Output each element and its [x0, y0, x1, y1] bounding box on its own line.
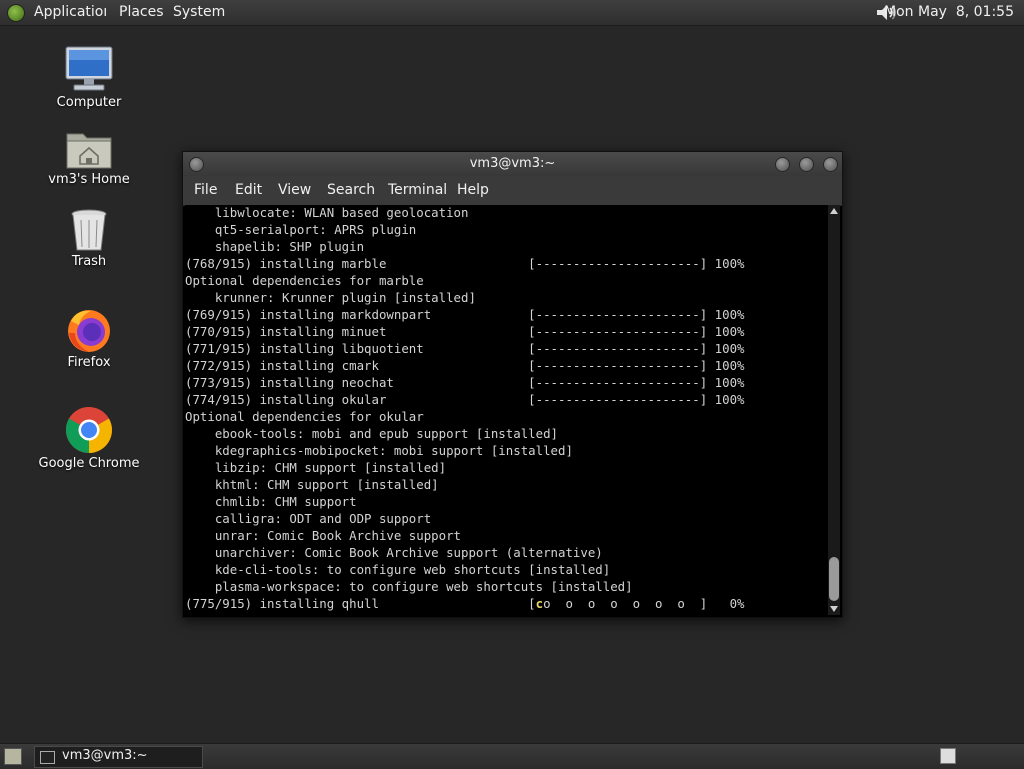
terminal-line: ebook-tools: mobi and epub support [inst… [185, 426, 558, 441]
desktop-icon-computer[interactable]: Computer [29, 45, 149, 110]
terminal-line: krunner: Krunner plugin [installed] [185, 290, 476, 305]
terminal-line: calligra: ODT and ODP support [185, 511, 432, 526]
desktop-icon-label: Google Chrome [38, 456, 140, 471]
workspace-switcher[interactable] [940, 748, 956, 764]
terminal-line: chmlib: CHM support [185, 494, 357, 509]
terminal-line: Optional dependencies for marble [185, 273, 424, 288]
desktop-icon-home[interactable]: vm3's Home [29, 128, 149, 187]
menu-edit[interactable]: Edit [235, 182, 262, 198]
menu-terminal[interactable]: Terminal [388, 182, 447, 198]
menu-search[interactable]: Search [327, 182, 375, 198]
window-menu-button[interactable] [189, 157, 204, 172]
terminal-line: (772/915) installing cmark [------------… [185, 358, 745, 373]
clock[interactable]: Mon May 8, 01:55 [884, 4, 1014, 20]
progress-prefix: (775/915) installing qhull [ [185, 596, 536, 611]
taskbar-window-button[interactable]: vm3@vm3:~ [34, 746, 203, 768]
terminal-line: kde-cli-tools: to configure web shortcut… [185, 562, 611, 577]
desktop-icon-label: Trash [71, 254, 107, 269]
terminal-line: plasma-workspace: to configure web short… [185, 579, 633, 594]
desktop-icon-firefox[interactable]: Firefox [29, 307, 149, 370]
terminal-line: kdegraphics-mobipocket: mobi support [in… [185, 443, 573, 458]
terminal-line: shapelib: SHP plugin [185, 239, 365, 254]
chrome-icon [65, 407, 112, 453]
desktop-icon-label: Computer [56, 95, 122, 110]
applications-logo-icon[interactable] [7, 4, 25, 22]
menu-file[interactable]: File [194, 182, 217, 198]
minimize-button[interactable] [775, 157, 790, 172]
maximize-button[interactable] [799, 157, 814, 172]
firefox-icon [68, 310, 110, 352]
menu-view[interactable]: View [278, 182, 311, 198]
scroll-up-arrow-icon[interactable] [830, 208, 838, 214]
terminal-line: unrar: Comic Book Archive support [185, 528, 462, 543]
desktop-icon-label: vm3's Home [48, 172, 130, 187]
terminal-menubar: File Edit View Search Terminal Help [183, 176, 842, 206]
terminal-line: (771/915) installing libquotient [------… [185, 341, 745, 356]
terminal-line: (769/915) installing markdownpart [-----… [185, 307, 745, 322]
desktop-icon-trash[interactable]: Trash [29, 208, 149, 269]
terminal-line: qt5-serialport: APRS plugin [185, 222, 417, 237]
terminal-line: khtml: CHM support [installed] [185, 477, 439, 492]
show-desktop-icon[interactable] [4, 748, 22, 765]
trash-icon [71, 209, 107, 251]
top-panel: Applications Places System Mon May 8, 01… [0, 0, 1024, 26]
home-folder-icon [66, 133, 112, 169]
bottom-panel: vm3@vm3:~ [0, 743, 1024, 769]
terminal-window[interactable]: vm3@vm3:~ File Edit View Search Terminal… [182, 151, 843, 618]
window-title: vm3@vm3:~ [469, 156, 556, 171]
terminal-line: (770/915) installing minuet [-----------… [185, 324, 745, 339]
terminal-line: unarchiver: Comic Book Archive support (… [185, 545, 603, 560]
terminal-line: (774/915) installing okular [-----------… [185, 392, 745, 407]
taskbar-window-label: vm3@vm3:~ [62, 748, 148, 763]
menu-help[interactable]: Help [457, 182, 489, 198]
close-button[interactable] [823, 157, 838, 172]
desktop-icon-label: Firefox [67, 355, 111, 370]
pacman-cursor: c [535, 596, 544, 611]
system-menu[interactable]: System [173, 4, 225, 20]
terminal-line: libwlocate: WLAN based geolocation [185, 205, 469, 220]
terminal-line: (773/915) installing neochat [----------… [185, 375, 745, 390]
desktop-icon-chrome[interactable]: Google Chrome [29, 406, 149, 471]
computer-icon [65, 46, 113, 91]
progress-suffix: o o o o o o o ] 0% [543, 596, 745, 611]
terminal-output[interactable]: libwlocate: WLAN based geolocation qt5-s… [185, 205, 828, 615]
terminal-text: libwlocate: WLAN based geolocation qt5-s… [185, 205, 745, 612]
terminal-icon [40, 751, 55, 764]
applications-menu[interactable]: Applications [34, 4, 106, 20]
terminal-line: Optional dependencies for okular [185, 409, 424, 424]
terminal-line-current: (775/915) installing qhull [co o o o o o… [185, 596, 745, 611]
scroll-thumb[interactable] [829, 557, 839, 601]
terminal-line: libzip: CHM support [installed] [185, 460, 447, 475]
window-titlebar[interactable]: vm3@vm3:~ [183, 152, 842, 176]
places-menu[interactable]: Places [119, 4, 164, 20]
scroll-down-arrow-icon[interactable] [830, 606, 838, 612]
terminal-scrollbar[interactable] [828, 205, 840, 615]
terminal-line: (768/915) installing marble [-----------… [185, 256, 745, 271]
